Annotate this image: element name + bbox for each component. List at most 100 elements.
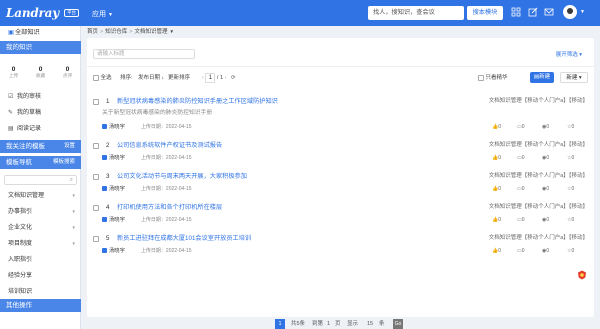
doc-title-link[interactable]: 新员工进驻拜在成都大厦101会议室开放员工培训 [117, 234, 251, 243]
template-search-link[interactable]: 模板搜索 [53, 156, 75, 169]
view-value: 0 [546, 155, 550, 161]
row-checkbox[interactable] [93, 99, 99, 105]
landray-logo[interactable]: Landray [6, 6, 59, 20]
doc-author[interactable]: 汤晓宇 [109, 124, 125, 130]
global-search-input[interactable]: 找人，搜知识，查会议 [368, 6, 464, 20]
edit-icon[interactable] [527, 7, 539, 19]
chevron-down-icon[interactable]: ▼ [580, 9, 585, 15]
list-item[interactable]: 3 公司文化活动节与周末两天开展，大家积极参加 文档知识管理【移动个人门户a】【… [87, 170, 594, 202]
doc-category[interactable]: 文档知识管理【移动个人门户a】【移动】 [489, 97, 588, 106]
row-checkbox[interactable] [93, 143, 99, 149]
favorite-count[interactable]: ☆ 0 [567, 247, 574, 255]
select-all-label: 全选 [100, 75, 112, 81]
new-document-button[interactable]: ▤新建 [530, 72, 554, 83]
sidebar-category[interactable]: 入职指引 [0, 254, 81, 267]
like-count[interactable]: 👍 0 [492, 216, 501, 224]
add-dropdown-button[interactable]: 新建 ▾ [560, 72, 588, 83]
stat-upload[interactable]: 0 上传 [0, 65, 27, 80]
sort-by-date[interactable]: 发布日期 ↓ [138, 72, 164, 84]
row-index: 5 [106, 235, 110, 242]
chevron-down-icon[interactable]: ▼ [169, 29, 173, 34]
sidebar-category[interactable]: 企业文化 ▾ [0, 222, 81, 235]
favorite-count[interactable]: ☆ 0 [567, 185, 574, 193]
doc-category[interactable]: 文档知识管理【移动个人门户a】【移动】 [489, 172, 588, 181]
sidebar-category[interactable]: 办事指引 ▾ [0, 206, 81, 219]
breadcrumb-repo[interactable]: 知识仓库 [105, 29, 127, 35]
stat-favorite[interactable]: 0 收藏 [27, 65, 54, 80]
select-all-checkbox[interactable] [93, 74, 99, 81]
title-keyword-input[interactable]: 请输入标题 [93, 49, 195, 59]
doc-title-link[interactable]: 新型冠状病毒感染的肺炎防控知识手册之工作区域防护知识 [117, 97, 278, 106]
doc-title-link[interactable]: 打印机使用方法和各个打印机所在楼层 [117, 203, 222, 212]
comment-count[interactable]: ▭ 0 [517, 216, 525, 224]
expand-filter-link[interactable]: 展开筛选 ▾ [556, 50, 582, 58]
row-checkbox[interactable] [93, 236, 99, 242]
doc-author[interactable]: 汤晓宇 [109, 186, 125, 192]
doc-author[interactable]: 汤晓宇 [109, 217, 125, 223]
template-search-input[interactable]: ⌕ [4, 175, 77, 185]
followed-settings-link[interactable]: 设置 [64, 140, 75, 153]
list-item[interactable]: 1 新型冠状病毒感染的肺炎防控知识手册之工作区域防护知识 文档知识管理【移动个人… [87, 95, 594, 135]
like-count[interactable]: 👍 0 [492, 123, 501, 131]
stat-comment[interactable]: 0 点评 [54, 65, 81, 80]
goto-page-input[interactable]: 1 [327, 319, 330, 329]
only-essence[interactable]: 只看精华 [478, 72, 508, 84]
breadcrumb-home[interactable]: 首页 [87, 29, 98, 35]
sort-by-update[interactable]: 更新排序 [168, 72, 190, 84]
list-item[interactable]: 2 公司信息系统软件产权证书及测试报告 文档知识管理【移动个人门户a】【移动】 … [87, 139, 594, 171]
breadcrumb-current[interactable]: 文档知识管理 [134, 29, 167, 35]
doc-title-link[interactable]: 公司文化活动节与周末两天开展，大家积极参加 [117, 172, 247, 181]
select-all[interactable]: 全选 [93, 72, 112, 84]
favorite-count[interactable]: ☆ 0 [567, 216, 574, 224]
prev-page-icon[interactable]: ‹ [202, 75, 204, 81]
comment-count[interactable]: ▭ 0 [517, 123, 525, 131]
favorite-count[interactable]: ☆ 0 [567, 123, 574, 131]
doc-category[interactable]: 文档知识管理【移动个人门户a】【移动】 [489, 203, 588, 212]
sidebar-item-my-review[interactable]: ☑ 我的审核 [0, 91, 81, 104]
refresh-icon[interactable]: ⟳ [231, 75, 236, 81]
sidebar-category[interactable]: 培训知识 [0, 286, 81, 299]
sidebar-section-followed-templates[interactable]: 我关注的模板 设置 [0, 140, 81, 153]
sidebar-category[interactable]: 文档知识管理 ▾ [0, 190, 81, 203]
per-page-input[interactable]: 15 [367, 319, 373, 329]
doc-author[interactable]: 汤晓宇 [109, 248, 125, 254]
sidebar-section-other-ops[interactable]: 其他操作 [0, 299, 81, 312]
floating-assistant-icon[interactable] [577, 270, 587, 280]
grid-menu-icon[interactable] [510, 7, 522, 19]
mini-page-input[interactable]: 1 [205, 73, 216, 83]
category-label: 文档知识管理 [8, 193, 45, 199]
comment-count[interactable]: ▭ 0 [517, 154, 525, 162]
user-avatar[interactable] [563, 5, 577, 19]
go-button[interactable]: Go [393, 319, 403, 329]
like-count[interactable]: 👍 0 [492, 154, 501, 162]
row-checkbox[interactable] [93, 205, 99, 211]
sidebar-section-my-knowledge[interactable]: 我的知识 [0, 41, 81, 54]
comment-count[interactable]: ▭ 0 [517, 247, 525, 255]
doc-category[interactable]: 文档知识管理【移动个人门户a】【移动】 [489, 234, 588, 243]
page-1-button[interactable]: 1 [275, 319, 285, 329]
sidebar-item-my-drafts[interactable]: ✎ 我的草稿 [0, 107, 81, 120]
comment-count[interactable]: ▭ 0 [517, 185, 525, 193]
pagination: 1 共5条 到第 1 页 显示 15 条 Go [87, 319, 594, 329]
chevron-down-icon: ▾ [72, 241, 75, 247]
like-count[interactable]: 👍 0 [492, 247, 501, 255]
sidebar-item-all-knowledge[interactable]: ▣全部知识 [0, 26, 81, 39]
doc-title-link[interactable]: 公司信息系统软件产权证书及测试报告 [117, 141, 222, 150]
sidebar-item-read-history[interactable]: ▤ 阅读记录 [0, 123, 81, 136]
search-icon[interactable]: ⌕ [70, 176, 73, 185]
doc-author[interactable]: 汤晓宇 [109, 155, 125, 161]
row-checkbox[interactable] [93, 174, 99, 180]
list-item[interactable]: 5 新员工进驻拜在成都大厦101会议室开放员工培训 文档知识管理【移动个人门户a… [87, 232, 594, 264]
favorite-count[interactable]: ☆ 0 [567, 154, 574, 162]
like-count[interactable]: 👍 0 [492, 185, 501, 193]
search-module-button[interactable]: 搜本模块 [467, 6, 503, 20]
sidebar-section-template-nav[interactable]: 模板导航 模板搜索 [0, 156, 81, 169]
sidebar-category[interactable]: 经验分享 [0, 270, 81, 283]
only-essence-checkbox[interactable] [478, 74, 484, 81]
app-menu[interactable]: 应用 ▼ [92, 9, 113, 19]
sidebar-category[interactable]: 项目制度 ▾ [0, 238, 81, 251]
next-page-icon[interactable]: › [225, 75, 227, 81]
list-item[interactable]: 4 打印机使用方法和各个打印机所在楼层 文档知识管理【移动个人门户a】【移动】 … [87, 201, 594, 233]
mail-icon[interactable] [543, 7, 555, 19]
doc-category[interactable]: 文档知识管理【移动个人门户a】【移动】 [489, 141, 588, 150]
